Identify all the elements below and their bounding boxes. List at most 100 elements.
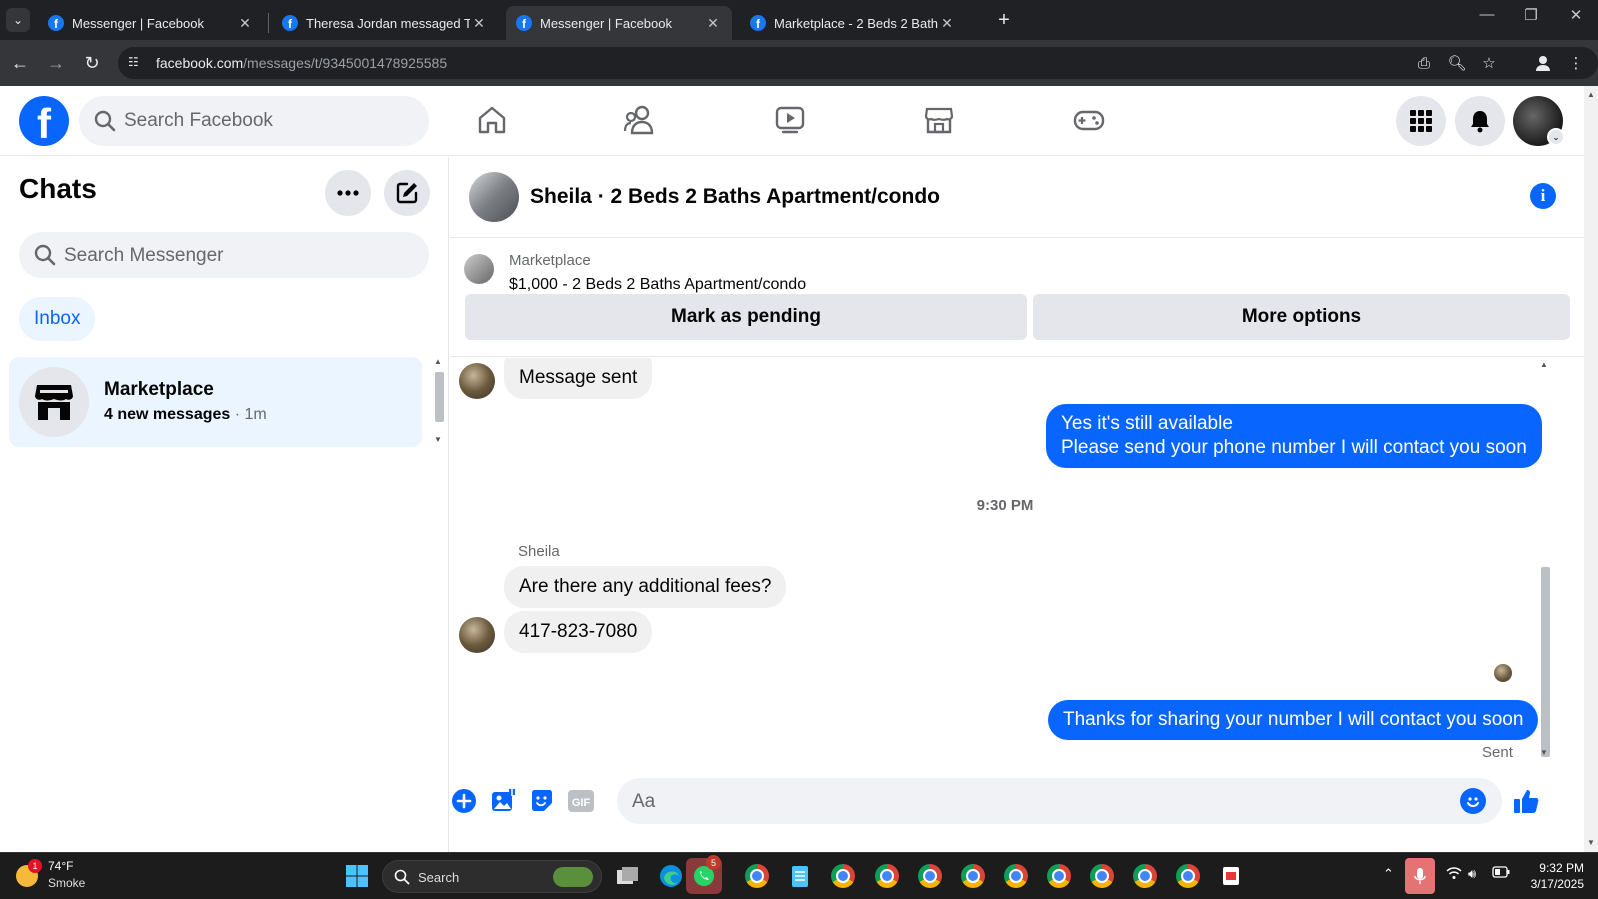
scroll-up-arrow-icon[interactable]: ▲	[1540, 360, 1548, 369]
thread-scrollbar[interactable]: ▲ ▼	[1538, 360, 1552, 770]
notifications-bell-icon[interactable]	[1455, 96, 1505, 146]
close-tab-icon[interactable]: ✕	[704, 15, 722, 32]
address-bar[interactable]: ☷ facebook.com/messages/t/93450014789255…	[118, 47, 1598, 79]
listing-price[interactable]: $1,000 - 2 Beds 2 Baths Apartment/condo	[509, 276, 806, 294]
sticker-icon[interactable]	[528, 787, 556, 815]
page-scrollbar[interactable]: ▲ ▼	[1584, 86, 1598, 852]
chrome-profile-icon[interactable]	[1088, 862, 1116, 890]
chat-list-item-marketplace[interactable]: Marketplace 4 new messages · 1m	[9, 357, 422, 447]
windows-start-icon[interactable]	[343, 862, 371, 890]
zoom-icon[interactable]: 🔍︎	[1446, 52, 1468, 74]
like-thumbs-up-icon[interactable]	[1512, 787, 1540, 815]
scroll-up-arrow-icon[interactable]: ▲	[1587, 90, 1595, 99]
volume-icon[interactable]: 🔊︎	[1468, 866, 1476, 882]
chat-list-scrollbar[interactable]: ▲ ▼	[432, 357, 446, 447]
scroll-down-arrow-icon[interactable]: ▼	[1587, 838, 1595, 847]
microphone-in-use-icon[interactable]	[1405, 858, 1435, 894]
bookmark-star-icon[interactable]: ☆	[1478, 52, 1500, 74]
profile-icon[interactable]	[1532, 52, 1554, 74]
video-icon[interactable]	[772, 102, 808, 138]
listing-avatar[interactable]	[469, 172, 519, 222]
chrome-profile-icon[interactable]	[1174, 862, 1202, 890]
scrollbar-thumb[interactable]	[435, 372, 444, 422]
more-options-button[interactable]: More options	[1033, 294, 1570, 340]
back-icon[interactable]: ←	[8, 51, 32, 75]
browser-menu-icon[interactable]: ⋮	[1565, 52, 1587, 74]
taskbar-search-box[interactable]: Search	[382, 860, 602, 893]
reload-icon[interactable]: ↻	[80, 51, 104, 75]
window-close-icon[interactable]: ✕	[1556, 6, 1596, 24]
chrome-profile-icon[interactable]	[916, 862, 944, 890]
chat-options-button[interactable]	[325, 170, 371, 216]
mark-as-pending-button[interactable]: Mark as pending	[465, 294, 1027, 340]
facebook-search-input[interactable]: Search Facebook	[79, 96, 429, 146]
message-input-placeholder: Aa	[632, 791, 656, 812]
menu-grid-icon[interactable]	[1396, 96, 1446, 146]
chrome-profile-icon[interactable]	[873, 862, 901, 890]
message-bubble-outgoing[interactable]: Thanks for sharing your number I will co…	[1048, 700, 1539, 740]
sender-avatar[interactable]	[459, 363, 495, 399]
browser-tab-3-active[interactable]: f Messenger | Facebook ✕	[506, 6, 732, 40]
attach-photo-icon[interactable]	[489, 787, 517, 815]
chrome-profile-icon[interactable]	[959, 862, 987, 890]
inbox-filter-chip[interactable]: Inbox	[19, 297, 96, 341]
new-message-button[interactable]	[384, 170, 430, 216]
taskbar-search-placeholder: Search	[418, 870, 460, 885]
scroll-down-arrow-icon[interactable]: ▼	[1540, 748, 1548, 757]
chrome-profile-icon[interactable]	[829, 862, 857, 890]
scrollbar-thumb[interactable]	[1541, 567, 1550, 757]
browser-tab-4[interactable]: f Marketplace - 2 Beds 2 Baths A ✕	[740, 6, 966, 40]
listing-thumbnail[interactable]	[464, 254, 494, 284]
gaming-icon[interactable]	[1071, 102, 1107, 138]
chat-preview-text: 4 new messages	[104, 406, 231, 423]
info-icon[interactable]: i	[1530, 183, 1556, 209]
message-input[interactable]: Aa	[617, 778, 1502, 824]
message-composer: GIF Aa	[450, 772, 1584, 842]
snipping-tool-icon[interactable]	[1217, 862, 1245, 890]
install-app-icon[interactable]: ⎙	[1413, 52, 1435, 74]
tab-search-chevron-icon[interactable]: ⌄	[6, 8, 30, 32]
wifi-icon[interactable]	[1446, 866, 1462, 883]
message-bubble-outgoing[interactable]: Yes it's still available Please send you…	[1046, 404, 1542, 468]
system-clock[interactable]: 9:32 PM 3/17/2025	[1520, 860, 1584, 892]
battery-icon[interactable]	[1492, 866, 1510, 881]
new-tab-icon[interactable]: +	[992, 8, 1016, 32]
notepad-icon[interactable]	[786, 862, 814, 890]
add-more-icon[interactable]	[450, 787, 478, 815]
message-bubble-incoming[interactable]: Message sent	[504, 358, 653, 399]
task-view-icon[interactable]	[614, 862, 642, 890]
scroll-up-arrow-icon[interactable]: ▲	[434, 357, 442, 366]
facebook-logo-icon[interactable]: f	[19, 96, 69, 146]
site-settings-icon[interactable]: ☷	[128, 55, 144, 71]
sender-avatar[interactable]	[459, 617, 495, 653]
friends-icon[interactable]	[622, 102, 658, 138]
minimize-icon[interactable]: —	[1467, 6, 1507, 23]
conversation-title[interactable]: Sheila · 2 Beds 2 Baths Apartment/condo	[530, 185, 940, 209]
chats-title: Chats	[19, 173, 97, 204]
message-bubble-incoming[interactable]: Are there any additional fees?	[504, 566, 787, 608]
restore-icon[interactable]: ❐	[1511, 6, 1551, 24]
forward-icon[interactable]: →	[44, 51, 68, 75]
browser-tab-2[interactable]: f Theresa Jordan messaged There ✕	[272, 6, 498, 40]
browser-tab-1[interactable]: f Messenger | Facebook ✕	[38, 6, 264, 40]
whatsapp-icon[interactable]: 5	[686, 855, 722, 894]
chrome-icon[interactable]	[743, 862, 771, 890]
close-tab-icon[interactable]: ✕	[470, 15, 488, 32]
marketplace-icon[interactable]	[921, 102, 957, 138]
show-hidden-icons-icon[interactable]: ⌃	[1383, 866, 1394, 882]
close-tab-icon[interactable]: ✕	[236, 15, 254, 32]
chrome-profile-icon[interactable]	[1131, 862, 1159, 890]
conversation-header: Sheila · 2 Beds 2 Baths Apartment/condo …	[450, 157, 1584, 238]
account-chevron-icon[interactable]: ⌄	[1547, 128, 1565, 146]
search-messenger-input[interactable]: Search Messenger	[19, 232, 429, 278]
clock-time: 9:32 PM	[1539, 861, 1584, 875]
chrome-profile-icon[interactable]	[1045, 862, 1073, 890]
home-icon[interactable]	[474, 102, 510, 138]
chrome-profile-icon[interactable]	[1002, 862, 1030, 890]
scroll-down-arrow-icon[interactable]: ▼	[434, 435, 442, 444]
gif-icon[interactable]: GIF	[567, 787, 595, 815]
edge-browser-icon[interactable]	[657, 862, 685, 890]
emoji-icon[interactable]	[1460, 788, 1486, 814]
message-bubble-incoming[interactable]: 417-823-7080	[504, 611, 653, 653]
close-tab-icon[interactable]: ✕	[938, 15, 956, 32]
